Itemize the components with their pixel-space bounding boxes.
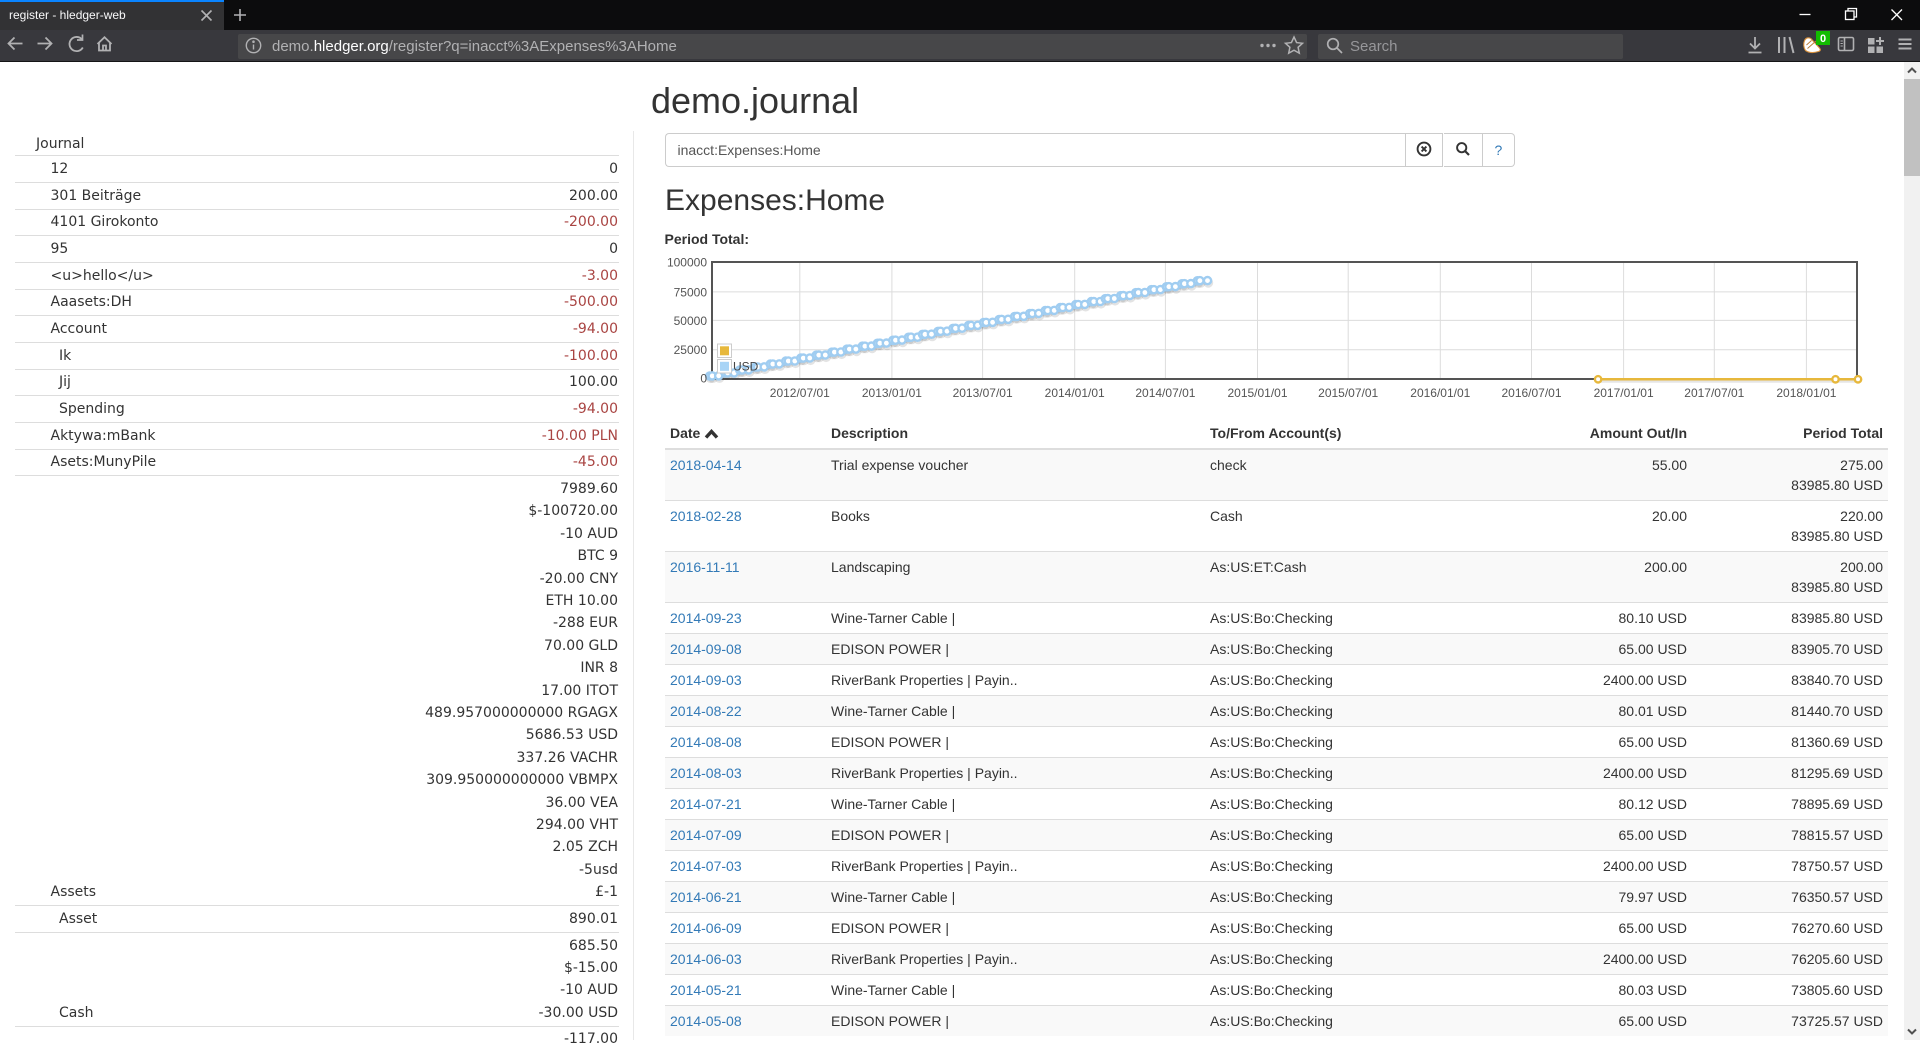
svg-text:2018/01/01: 2018/01/01 <box>1776 386 1836 400</box>
svg-text:2015/07/01: 2015/07/01 <box>1318 386 1378 400</box>
svg-text:0: 0 <box>700 371 707 385</box>
svg-text:2012/07/01: 2012/07/01 <box>770 386 830 400</box>
svg-text:2015/01/01: 2015/01/01 <box>1227 386 1287 400</box>
svg-text:USD: USD <box>733 360 759 374</box>
svg-text:2014/07/01: 2014/07/01 <box>1135 386 1195 400</box>
svg-text:25000: 25000 <box>674 343 708 357</box>
svg-text:2013/01/01: 2013/01/01 <box>862 386 922 400</box>
svg-text:2013/07/01: 2013/07/01 <box>953 386 1013 400</box>
svg-text:2016/01/01: 2016/01/01 <box>1410 386 1470 400</box>
svg-text:75000: 75000 <box>674 285 708 299</box>
svg-text:0: 0 <box>1820 33 1826 45</box>
svg-text:100000: 100000 <box>667 256 707 270</box>
svg-text:2017/01/01: 2017/01/01 <box>1594 386 1654 400</box>
svg-text:2017/07/01: 2017/07/01 <box>1684 386 1744 400</box>
svg-text:2016/07/01: 2016/07/01 <box>1501 386 1561 400</box>
svg-text:2014/01/01: 2014/01/01 <box>1045 386 1105 400</box>
svg-text:50000: 50000 <box>674 314 708 328</box>
